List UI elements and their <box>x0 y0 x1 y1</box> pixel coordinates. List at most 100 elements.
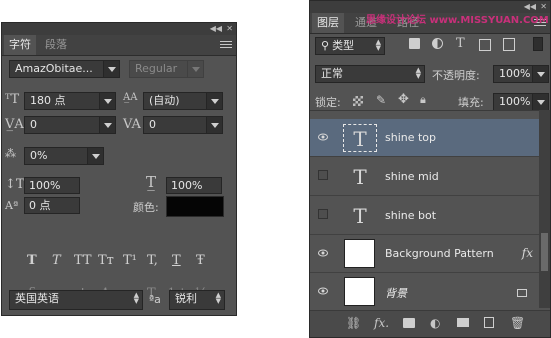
small-caps-button[interactable]: Tт <box>98 253 114 268</box>
underline-button[interactable]: T <box>172 253 181 268</box>
chevron-down-icon <box>206 117 222 133</box>
up-down-arrows-icon: ▲ ▼ <box>215 291 221 305</box>
mask-icon[interactable] <box>403 318 415 328</box>
chevron-down-icon <box>532 66 548 82</box>
color-label: 颜色: <box>133 201 159 214</box>
layers-scrollbar[interactable] <box>539 110 550 308</box>
eye-icon[interactable] <box>318 248 328 258</box>
text-layer-thumbnail-icon: T <box>343 124 377 152</box>
panel-menu-icon[interactable] <box>220 41 232 50</box>
layer-thumbnail <box>344 277 375 306</box>
lock-icon <box>517 289 527 297</box>
leading-icon: A̲A <box>123 92 138 103</box>
fill-value: 100% <box>499 95 531 108</box>
link-icon[interactable]: ⛓ <box>346 316 361 330</box>
new-layer-icon[interactable] <box>484 317 494 328</box>
panel-title-bar[interactable]: ◀◀ ✕ <box>2 23 236 35</box>
blend-mode-value: 正常 <box>321 67 343 80</box>
layer-name[interactable]: Background Pattern <box>385 247 494 260</box>
fill-label: 填充: <box>458 96 484 109</box>
filter-shape-icon[interactable] <box>479 39 491 51</box>
up-down-arrows-icon: ▲ ▼ <box>415 66 421 80</box>
eye-icon[interactable] <box>318 286 328 296</box>
layer-name[interactable]: 背景 <box>385 285 407 301</box>
tab-bar: 字符 段落 <box>2 35 236 56</box>
chevron-down-icon <box>532 94 548 110</box>
horizontal-scale-field[interactable]: 100% <box>166 177 222 194</box>
lock-label: 锁定: <box>315 96 341 109</box>
antialias-select[interactable]: 锐利 ▲ ▼ <box>169 290 225 310</box>
layer-name[interactable]: shine mid <box>385 170 439 183</box>
adjustment-icon[interactable]: ◐ <box>430 316 440 330</box>
lock-image-icon[interactable]: ✎ <box>376 93 386 107</box>
filter-kind-select[interactable]: ⚲ 类型 ▲ ▼ <box>315 37 385 55</box>
faux-italic-button[interactable]: T <box>52 253 61 268</box>
close-icon[interactable]: ✕ <box>226 23 233 35</box>
layer-row-shine-top[interactable]: T shine top <box>310 119 539 157</box>
font-size-select[interactable]: 180 点 <box>24 92 116 110</box>
filter-smartobject-icon[interactable] <box>503 38 515 51</box>
filter-adjustment-icon[interactable] <box>432 38 443 49</box>
tab-character[interactable]: 字符 <box>4 35 36 55</box>
layer-thumbnail <box>344 239 375 268</box>
opacity-field[interactable]: 100% <box>493 65 549 83</box>
fill-field[interactable]: 100% <box>493 93 549 111</box>
tsume-select[interactable]: 0% <box>24 147 104 165</box>
font-size-value: 180 点 <box>30 94 66 107</box>
all-caps-button[interactable]: TT <box>74 253 92 268</box>
baseline-shift-icon: Aª <box>5 199 19 212</box>
layer-row-background-pattern[interactable]: Background Pattern fx <box>310 235 539 273</box>
strikethrough-button[interactable]: Ŧ <box>196 253 205 268</box>
layer-row-background[interactable]: 背景 <box>310 273 539 311</box>
vertical-scale-field[interactable]: 100% <box>24 177 80 194</box>
chevron-down-icon <box>103 61 119 77</box>
fx-icon[interactable]: fx. <box>374 316 389 330</box>
layers-bottom-toolbar: ⛓ fx. ◐ 🗑︎ <box>310 310 550 337</box>
visibility-toggle[interactable] <box>318 209 328 219</box>
group-icon[interactable] <box>457 318 469 327</box>
visibility-toggle[interactable] <box>318 170 328 180</box>
language-select[interactable]: 英国英语 ▲ ▼ <box>9 290 143 310</box>
leading-select[interactable]: (自动) <box>143 92 223 110</box>
faux-bold-button[interactable]: T <box>27 253 37 268</box>
filter-pixel-icon[interactable] <box>409 38 420 49</box>
font-family-select[interactable]: AmazObitae... <box>9 60 120 78</box>
lock-transparent-icon[interactable] <box>353 96 363 106</box>
superscript-button[interactable]: T¹ <box>123 253 137 268</box>
eye-icon[interactable] <box>318 132 328 142</box>
blend-mode-select[interactable]: 正常 ▲ ▼ <box>315 65 425 83</box>
leading-value: (自动) <box>149 94 180 107</box>
chevron-down-icon <box>206 93 222 109</box>
subscript-button[interactable]: T, <box>147 253 158 268</box>
text-layer-thumbnail-icon: T <box>353 204 367 228</box>
watermark: 思缘设计论坛 www.MISSYUAN.COM <box>366 15 549 26</box>
tracking-select[interactable]: 0 <box>143 116 223 134</box>
opacity-value: 100% <box>499 67 531 80</box>
opacity-label: 不透明度: <box>432 69 480 82</box>
layer-name[interactable]: shine bot <box>385 209 436 222</box>
tab-paragraph[interactable]: 段落 <box>40 35 72 55</box>
collapse-icon[interactable]: ◀◀ <box>210 23 222 35</box>
chevron-down-icon <box>87 148 103 164</box>
character-panel: ◀◀ ✕ 字符 段落 AmazObitae... Regular ᵀT 180 … <box>1 22 237 316</box>
tsume-icon: ⁂ <box>5 147 16 160</box>
kerning-select[interactable]: 0 <box>24 116 116 134</box>
lock-all-icon[interactable]: 🔒︎ <box>420 93 426 107</box>
font-style-select[interactable]: Regular <box>129 60 204 78</box>
scroll-thumb[interactable] <box>541 233 548 271</box>
filter-type-icon[interactable]: T <box>456 37 465 51</box>
layer-row-shine-mid[interactable]: T shine mid <box>310 158 539 196</box>
chevron-down-icon <box>99 93 115 109</box>
fx-icon[interactable]: fx <box>522 246 533 260</box>
layer-row-shine-bot[interactable]: T shine bot <box>310 197 539 235</box>
language-value: 英国英语 <box>15 292 59 305</box>
trash-icon[interactable]: 🗑︎ <box>510 316 525 330</box>
filter-toggle-icon[interactable] <box>533 37 543 51</box>
lock-position-icon[interactable]: ✥ <box>398 93 409 107</box>
color-swatch[interactable] <box>166 196 224 217</box>
tab-layers[interactable]: 图层 <box>312 13 344 33</box>
kerning-icon: V̲A <box>5 117 24 132</box>
search-icon: ⚲ <box>321 39 330 52</box>
layer-name[interactable]: shine top <box>385 131 436 144</box>
baseline-shift-field[interactable]: 0 点 <box>24 197 80 214</box>
